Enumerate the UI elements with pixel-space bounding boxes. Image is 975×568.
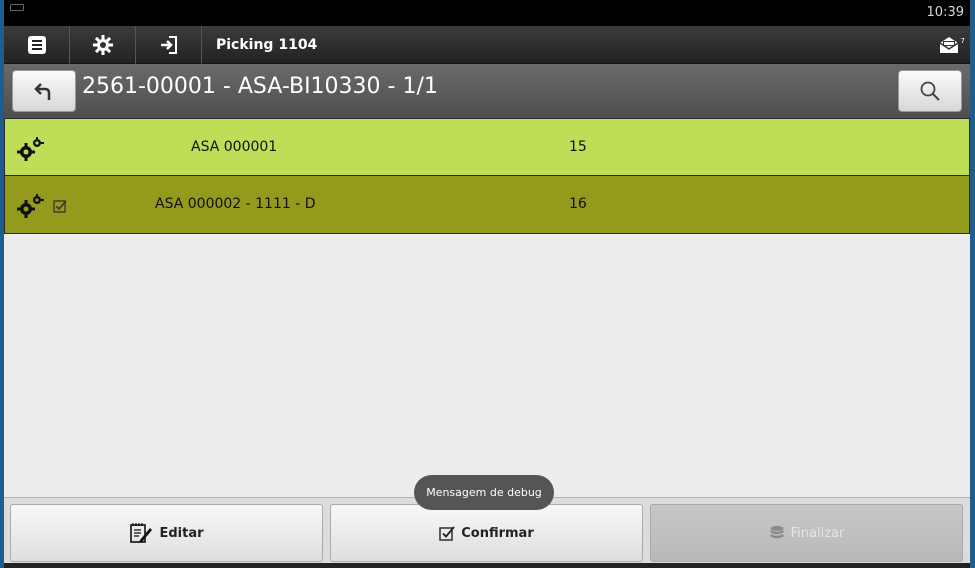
search-button[interactable] xyxy=(898,70,962,112)
login-button[interactable] xyxy=(136,26,202,64)
menu-button[interactable] xyxy=(4,26,70,64)
undo-icon xyxy=(34,83,51,100)
finish-button[interactable]: Finalizar xyxy=(650,504,963,562)
item-quantity: 15 xyxy=(569,139,587,155)
checked-icon xyxy=(53,200,67,213)
document-header: 2561-00001 - ASA-BI10330 - 1/1 xyxy=(4,64,970,118)
item-list: ASA 000001 15 ASA 000002 - 1111 - D 16 xyxy=(4,118,970,234)
edit-button-label: Editar xyxy=(159,525,204,541)
mail-icon xyxy=(939,37,959,53)
item-code: ASA 000001 xyxy=(191,139,278,155)
list-item[interactable]: ASA 000002 - 1111 - D 16 xyxy=(4,176,970,234)
mail-badge: 7 xyxy=(960,37,965,45)
gears-icon xyxy=(17,194,44,218)
login-icon xyxy=(160,36,177,54)
item-code: ASA 000002 - 1111 - D xyxy=(155,196,316,212)
app-toolbar: Picking 1104 7 xyxy=(4,26,970,64)
page-title: Picking 1104 xyxy=(216,37,318,53)
edit-icon xyxy=(130,523,153,543)
back-button[interactable] xyxy=(12,70,76,112)
clock: 10:39 xyxy=(926,5,964,20)
database-icon xyxy=(770,526,784,539)
status-bar: 10:39 xyxy=(4,0,970,26)
checkbox-icon xyxy=(439,526,455,541)
keyboard-icon xyxy=(10,4,24,11)
item-quantity: 16 xyxy=(569,196,587,212)
edit-button[interactable]: Editar xyxy=(10,504,323,562)
gear-icon xyxy=(92,35,113,55)
gears-icon xyxy=(17,137,44,161)
finish-button-label: Finalizar xyxy=(790,525,845,541)
list-icon xyxy=(27,36,46,54)
search-icon xyxy=(920,81,940,101)
debug-toast: Mensagem de debug xyxy=(414,475,554,510)
document-title: 2561-00001 - ASA-BI10330 - 1/1 xyxy=(82,74,438,99)
confirm-button[interactable]: Confirmar xyxy=(330,504,643,562)
settings-button[interactable] xyxy=(70,26,136,64)
app-screen: 10:39 Picking 1104 7 2561-00001 - ASA-BI… xyxy=(4,0,970,568)
list-item[interactable]: ASA 000001 15 xyxy=(4,118,970,176)
bottom-edge xyxy=(4,563,970,568)
messages-button[interactable]: 7 xyxy=(932,28,966,62)
confirm-button-label: Confirmar xyxy=(461,525,534,541)
